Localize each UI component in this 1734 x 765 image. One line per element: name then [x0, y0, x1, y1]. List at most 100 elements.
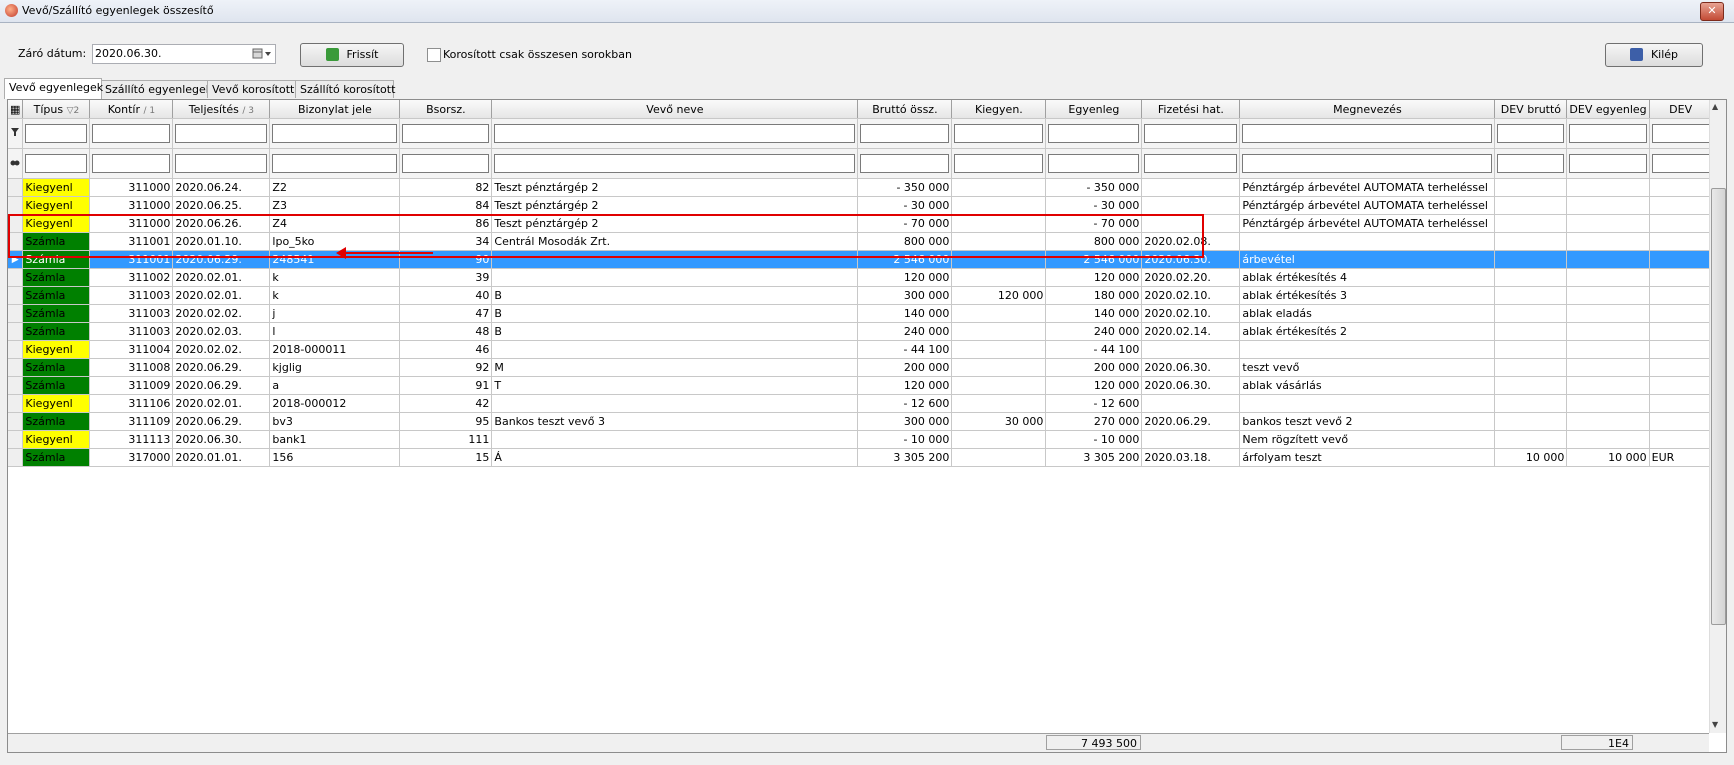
- cell-kiegy[interactable]: [951, 394, 1047, 413]
- cell-bsorsz[interactable]: 91: [399, 376, 493, 395]
- row-indicator[interactable]: [8, 340, 24, 359]
- cell-dev[interactable]: [1649, 358, 1713, 377]
- cell-tipus[interactable]: Számla: [22, 268, 91, 287]
- cell-megn[interactable]: [1239, 340, 1496, 359]
- column-header-tipus[interactable]: Típus ▽2: [22, 100, 91, 119]
- date-field[interactable]: 2020.06.30.: [92, 44, 276, 64]
- table-row[interactable]: Kiegyenl 311000 2020.06.26. Z4 86 Teszt pénzt…: [8, 214, 1713, 233]
- cell-bsorsz[interactable]: 86: [399, 214, 493, 233]
- cell-kontir[interactable]: 311109: [89, 412, 174, 431]
- row-indicator[interactable]: [8, 196, 24, 215]
- cell-biz[interactable]: Z3: [269, 196, 401, 215]
- cell-fiz[interactable]: 2020.02.10.: [1141, 304, 1241, 323]
- cell-kontir[interactable]: 311008: [89, 358, 174, 377]
- cell-kiegy[interactable]: 30 000: [951, 412, 1047, 431]
- search-input[interactable]: [25, 154, 88, 173]
- cell-egyenleg[interactable]: - 44 100: [1045, 340, 1143, 359]
- cell-tipus[interactable]: Kiegyenl: [22, 430, 91, 449]
- cell-dev[interactable]: EUR: [1649, 448, 1713, 467]
- cell-megn[interactable]: bankos teszt vevő 2: [1239, 412, 1496, 431]
- cell-fiz[interactable]: 2020.02.20.: [1141, 268, 1241, 287]
- cell-deve[interactable]: [1566, 304, 1650, 323]
- cell-vevo[interactable]: [491, 430, 859, 449]
- search-input[interactable]: [92, 154, 171, 173]
- cell-biz[interactable]: k: [269, 286, 401, 305]
- cell-devb[interactable]: [1494, 250, 1568, 269]
- cell-egyenleg[interactable]: 120 000: [1045, 376, 1143, 395]
- cell-telj[interactable]: 2020.06.29.: [172, 376, 271, 395]
- cell-brutto[interactable]: 140 000: [857, 304, 953, 323]
- cell-bsorsz[interactable]: 47: [399, 304, 493, 323]
- row-indicator[interactable]: [8, 214, 24, 233]
- cell-megn[interactable]: Pénztárgép árbevétel AUTOMATA terhelésse…: [1239, 178, 1496, 197]
- vertical-scrollbar[interactable]: ▲ ▼: [1709, 100, 1726, 733]
- cell-bsorsz[interactable]: 15: [399, 448, 493, 467]
- balance-grid[interactable]: ▦ Típus ▽2 Kontír / 1 Teljesítés / 3 Biz…: [7, 99, 1727, 753]
- cell-devb[interactable]: [1494, 322, 1568, 341]
- cell-megn[interactable]: [1239, 394, 1496, 413]
- cell-brutto[interactable]: 3 305 200: [857, 448, 953, 467]
- search-input[interactable]: [1048, 154, 1140, 173]
- column-header-fizetesi-hat[interactable]: Fizetési hat.: [1141, 100, 1241, 119]
- cell-devb[interactable]: [1494, 232, 1568, 251]
- cell-deve[interactable]: [1566, 430, 1650, 449]
- cell-deve[interactable]: [1566, 340, 1650, 359]
- cell-deve[interactable]: [1566, 376, 1650, 395]
- search-input[interactable]: [954, 154, 1044, 173]
- cell-devb[interactable]: [1494, 412, 1568, 431]
- filter-input[interactable]: [1497, 124, 1565, 143]
- table-row[interactable]: Számla 311008 2020.06.29. kjglig 92 M 200 000 2…: [8, 358, 1713, 377]
- cell-biz[interactable]: bv3: [269, 412, 401, 431]
- cell-kiegy[interactable]: [951, 358, 1047, 377]
- cell-fiz[interactable]: [1141, 196, 1241, 215]
- cell-kiegy[interactable]: [951, 430, 1047, 449]
- row-indicator[interactable]: [8, 430, 24, 449]
- cell-megn[interactable]: Nem rögzített vevő: [1239, 430, 1496, 449]
- cell-kontir[interactable]: 311000: [89, 196, 174, 215]
- cell-deve[interactable]: 10 000: [1566, 448, 1650, 467]
- cell-fiz[interactable]: 2020.02.10.: [1141, 286, 1241, 305]
- search-input[interactable]: [175, 154, 268, 173]
- cell-telj[interactable]: 2020.02.01.: [172, 286, 271, 305]
- cell-telj[interactable]: 2020.02.02.: [172, 304, 271, 323]
- cell-telj[interactable]: 2020.02.02.: [172, 340, 271, 359]
- filter-input[interactable]: [1144, 124, 1238, 143]
- filter-input[interactable]: [402, 124, 490, 143]
- scrollbar-thumb[interactable]: [1711, 188, 1726, 625]
- cell-dev[interactable]: [1649, 412, 1713, 431]
- row-indicator[interactable]: [8, 232, 24, 251]
- cell-fiz[interactable]: 2020.02.14.: [1141, 322, 1241, 341]
- cell-vevo[interactable]: B: [491, 322, 859, 341]
- cell-vevo[interactable]: [491, 268, 859, 287]
- cell-bsorsz[interactable]: 82: [399, 178, 493, 197]
- tab-szallito-egyenlegek[interactable]: Szállító egyenlegek: [100, 80, 212, 98]
- cell-kiegy[interactable]: [951, 250, 1047, 269]
- cell-vevo[interactable]: [491, 250, 859, 269]
- cell-kiegy[interactable]: 120 000: [951, 286, 1047, 305]
- cell-vevo[interactable]: M: [491, 358, 859, 377]
- filter-input[interactable]: [272, 124, 398, 143]
- cell-devb[interactable]: [1494, 358, 1568, 377]
- cell-devb[interactable]: 10 000: [1494, 448, 1568, 467]
- search-input[interactable]: [860, 154, 950, 173]
- cell-brutto[interactable]: - 12 600: [857, 394, 953, 413]
- cell-vevo[interactable]: Teszt pénztárgép 2: [491, 214, 859, 233]
- cell-brutto[interactable]: 300 000: [857, 286, 953, 305]
- cell-telj[interactable]: 2020.06.30.: [172, 430, 271, 449]
- cell-telj[interactable]: 2020.06.29.: [172, 250, 271, 269]
- table-row[interactable]: Számla 311002 2020.02.01. k 39 120 000 120 000…: [8, 268, 1713, 287]
- cell-megn[interactable]: ablak vásárlás: [1239, 376, 1496, 395]
- cell-deve[interactable]: [1566, 178, 1650, 197]
- cell-fiz[interactable]: 2020.06.30.: [1141, 376, 1241, 395]
- cell-kiegy[interactable]: [951, 232, 1047, 251]
- cell-devb[interactable]: [1494, 286, 1568, 305]
- cell-kontir[interactable]: 311000: [89, 214, 174, 233]
- cell-bsorsz[interactable]: 48: [399, 322, 493, 341]
- cell-bsorsz[interactable]: 95: [399, 412, 493, 431]
- current-row-indicator-icon[interactable]: ▶: [8, 250, 24, 269]
- filter-input[interactable]: [1242, 124, 1493, 143]
- cell-vevo[interactable]: Centrál Mosodák Zrt.: [491, 232, 859, 251]
- cell-kiegy[interactable]: [951, 196, 1047, 215]
- cell-fiz[interactable]: [1141, 340, 1241, 359]
- cell-vevo[interactable]: [491, 394, 859, 413]
